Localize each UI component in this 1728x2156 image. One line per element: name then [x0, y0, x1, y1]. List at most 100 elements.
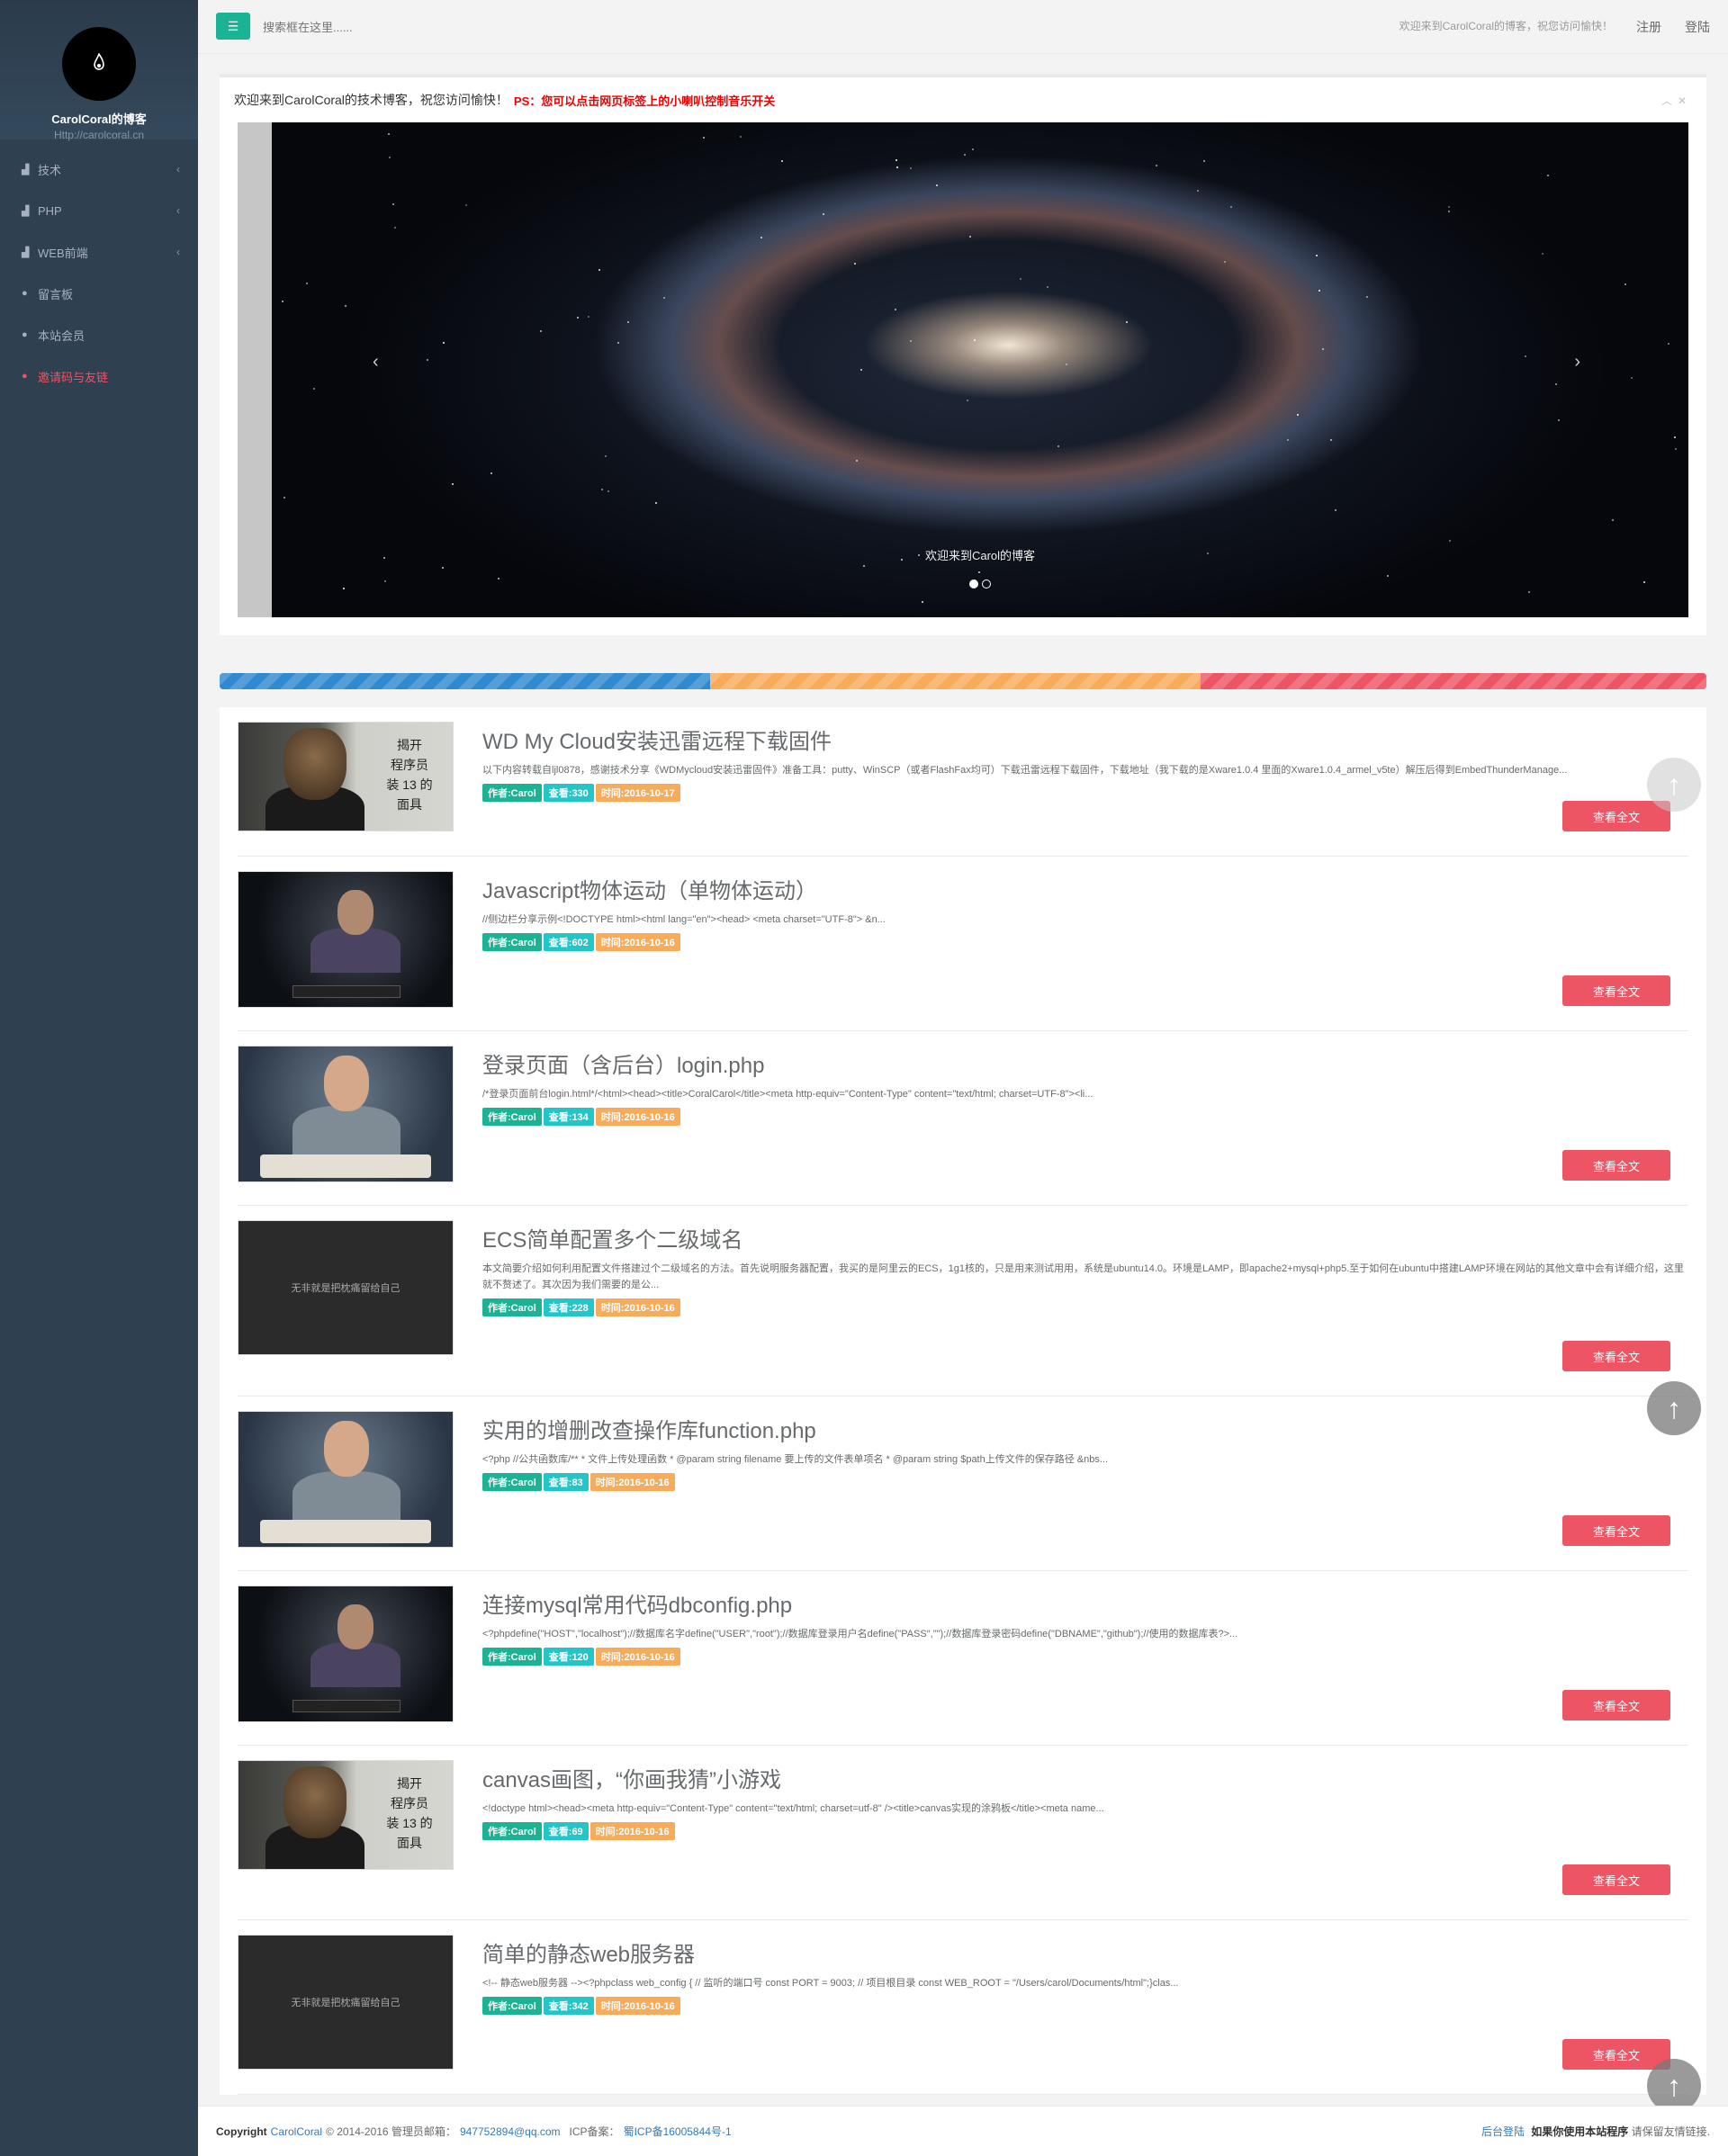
close-icon[interactable]: ✕ [1678, 94, 1692, 107]
admin-email-link[interactable]: 947752894@qq.com [460, 2125, 561, 2138]
carousel-prev-button[interactable]: ‹ [373, 352, 379, 373]
avatar[interactable] [62, 27, 136, 101]
post-excerpt: /*登录页面前台login.html*/<html><head><title>C… [482, 1089, 1094, 1100]
back-to-top-button[interactable]: ↑ [1647, 2059, 1701, 2113]
star [1527, 591, 1530, 594]
thumbnail-text: 揭开 程序员 装 13 的 面具 [386, 738, 433, 812]
footer-brand-link[interactable]: CarolCoral [271, 2125, 322, 2138]
carousel-indicator[interactable] [982, 579, 991, 588]
login-link[interactable]: 登陆 [1685, 18, 1710, 36]
post-meta: 作者:Carol 查看:69 时间:2016-10-16 [482, 1822, 1688, 1840]
star [1366, 296, 1369, 299]
register-link[interactable]: 注册 [1636, 18, 1661, 36]
banner-panel: 欢迎来到CarolCoral的技术博客，祝您访问愉快！ PS：您可以点击网页标签… [220, 74, 1706, 635]
post-excerpt: 以下内容转载自ljl0878，感谢技术分享《WDMycloud安装迅雷固件》准备… [482, 765, 1568, 776]
menu-toggle-button[interactable]: ☰ [216, 13, 250, 40]
star [452, 482, 454, 485]
sidebar-item[interactable]: ● 本站会员 [0, 314, 198, 355]
post-item: 揭开 程序员 装 13 的 面具 WD My Cloud安装迅雷远程下载固件以下内… [238, 707, 1688, 857]
arrow-up-icon: ↑ [1667, 1391, 1681, 1424]
star [443, 342, 446, 345]
post-meta: 作者:Carol 查看:83 时间:2016-10-16 [482, 1473, 1688, 1491]
arrow-up-icon: ↑ [1667, 768, 1681, 801]
post-list: 揭开 程序员 装 13 的 面具 WD My Cloud安装迅雷远程下载固件以下内… [220, 707, 1706, 2095]
star [1316, 254, 1318, 256]
views-badge: 查看:69 [543, 1822, 589, 1840]
star [284, 496, 286, 499]
post-title[interactable]: 简单的静态web服务器 [482, 1936, 1688, 1968]
back-to-top-button[interactable]: ↑ [1647, 758, 1701, 812]
read-more-button[interactable]: 查看全文 [1562, 1515, 1670, 1546]
star [1058, 445, 1060, 447]
footer-notice-bold: 如果你使用本站程序 [1531, 2125, 1629, 2138]
star [497, 578, 500, 580]
post-thumbnail[interactable]: 无非就是把枕痛留给自己 [238, 1935, 454, 2070]
star [605, 454, 607, 457]
star [855, 459, 858, 462]
admin-login-link[interactable]: 后台登陆 [1481, 2125, 1525, 2138]
read-more-button[interactable]: 查看全文 [1562, 1150, 1670, 1181]
post-title[interactable]: 登录页面（含后台）login.php [482, 1047, 1688, 1079]
read-more-button[interactable]: 查看全文 [1562, 2039, 1670, 2070]
post-thumbnail[interactable]: 揭开 程序员 装 13 的 面具 [238, 1760, 454, 1870]
post-item: 无非就是把枕痛留给自己 ECS简单配置多个二级域名 本文简要介绍如何利用配置文件搭建… [238, 1206, 1688, 1397]
carousel-next-button[interactable]: › [1574, 352, 1580, 373]
post-thumbnail[interactable] [238, 1411, 454, 1548]
star [896, 166, 899, 169]
star [345, 304, 347, 307]
views-badge: 查看:330 [543, 784, 594, 802]
post-meta: 作者:Carol 查看:120 时间:2016-10-16 [482, 1648, 1688, 1666]
star [1318, 289, 1320, 292]
post-title[interactable]: WD My Cloud安装迅雷远程下载固件 [482, 723, 1688, 755]
read-more-button[interactable]: 查看全文 [1562, 975, 1670, 1006]
author-badge: 作者:Carol [482, 933, 542, 951]
sidebar-item-label: WEB前端 [38, 246, 88, 260]
site-name[interactable]: CarolCoral的博客 [0, 110, 198, 127]
star [1019, 278, 1022, 281]
views-badge: 查看:134 [543, 1108, 594, 1126]
sidebar-item-label: PHP [38, 203, 62, 218]
post-excerpt: //侧边栏分享示例<!DOCTYPE html><html lang="en">… [482, 914, 886, 925]
post-thumbnail[interactable] [238, 871, 454, 1008]
post-thumbnail[interactable] [238, 1046, 454, 1182]
read-more-button[interactable]: 查看全文 [1562, 1341, 1670, 1371]
read-more-button[interactable]: 查看全文 [1562, 1864, 1670, 1895]
sidebar-item[interactable]: ▟ WEB前端 ‹ [0, 231, 198, 273]
sidebar-item[interactable]: ● 邀请码与友链 [0, 355, 198, 397]
sidebar-item[interactable]: ▟ PHP ‹ [0, 190, 198, 231]
read-more-button[interactable]: 查看全文 [1562, 1690, 1670, 1720]
star [894, 309, 896, 311]
search-input[interactable] [263, 16, 623, 38]
post-title[interactable]: Javascript物体运动（单物体运动） [482, 873, 1688, 904]
carousel-indicators [272, 579, 1688, 588]
back-to-top-button[interactable]: ↑ [1647, 1381, 1701, 1435]
welcome-text: 欢迎来到CarolCoral的博客，祝您访问愉快！ [1399, 20, 1613, 32]
date-badge: 时间:2016-10-16 [590, 1822, 675, 1840]
chevron-left-icon: ‹ [176, 246, 180, 258]
author-badge: 作者:Carol [482, 1473, 542, 1491]
bar-chart-icon: ▟ [22, 247, 30, 258]
sidebar-item[interactable]: ● 留言板 [0, 273, 198, 314]
views-badge: 查看:83 [543, 1473, 589, 1491]
sidebar: CarolCoral的博客 Http://carolcoral.cn ▟ 技术 ‹ ▟… [0, 0, 198, 2156]
read-more-button[interactable]: 查看全文 [1562, 801, 1670, 831]
post-title[interactable]: ECS简单配置多个二级域名 [482, 1222, 1688, 1253]
star [1448, 205, 1451, 208]
progress-segment [1201, 673, 1706, 689]
star [539, 329, 542, 332]
carousel-indicator[interactable] [969, 579, 978, 588]
post-title[interactable]: 连接mysql常用代码dbconfig.php [482, 1587, 1688, 1619]
star [442, 567, 445, 570]
site-url[interactable]: Http://carolcoral.cn [0, 129, 198, 141]
post-thumbnail[interactable]: 无非就是把枕痛留给自己 [238, 1220, 454, 1355]
star [1223, 261, 1226, 264]
post-thumbnail[interactable] [238, 1586, 454, 1722]
sidebar-item[interactable]: ▟ 技术 ‹ [0, 148, 198, 190]
carousel-slide[interactable]: ‹ › 欢迎来到Carol的博客 [272, 122, 1688, 617]
post-thumbnail[interactable]: 揭开 程序员 装 13 的 面具 [238, 722, 454, 831]
icp-link[interactable]: 蜀ICP备16005844号-1 [624, 2124, 732, 2139]
post-title[interactable]: 实用的增删改查操作库function.php [482, 1413, 1688, 1444]
sidebar-nav: ▟ 技术 ‹ ▟ PHP ‹ ▟ WEB前端 ‹ ● 留言板 ● 本站会员 ● 邀请码与友链 [0, 148, 198, 397]
post-title[interactable]: canvas画图，“你画我猜”小游戏 [482, 1762, 1688, 1793]
collapse-icon[interactable]: ︿ [1661, 94, 1678, 107]
